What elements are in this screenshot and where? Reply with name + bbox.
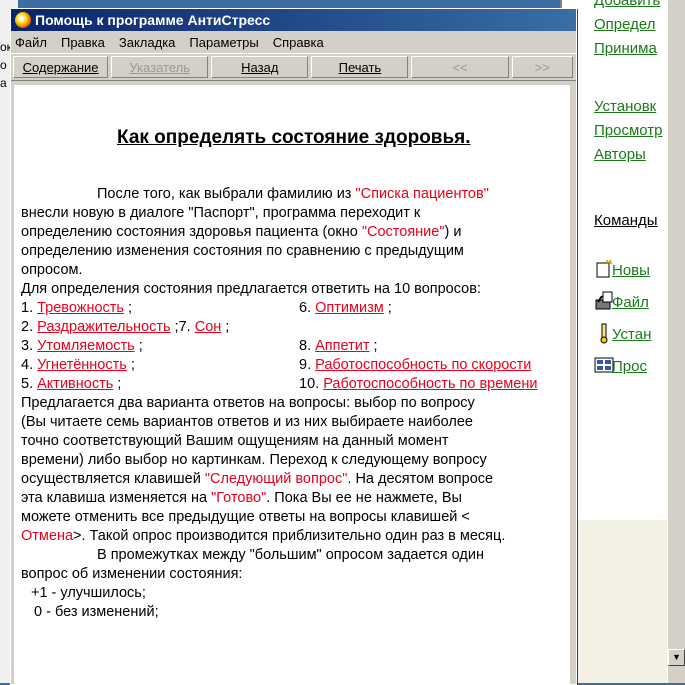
menu-help[interactable]: Справка (273, 35, 324, 50)
bg-link-add[interactable]: Добавить (594, 0, 660, 9)
question-item: 4. Угнетённость ; (21, 357, 135, 373)
question-item: 1. Тревожность ; (21, 300, 133, 316)
app-icon (15, 12, 31, 28)
text-line: Предлагается два варианта ответов на воп… (21, 395, 475, 411)
left-strip-text: о (0, 58, 7, 72)
bg-link-install[interactable]: Установк (594, 98, 656, 115)
menu-options[interactable]: Параметры (189, 35, 258, 50)
question-item: 9. Работоспособность по скорости (299, 357, 532, 373)
question-item: 5. Активность ; (21, 376, 122, 392)
page-title: Как определять состояние здоровья. (117, 127, 471, 148)
scroll-down-arrow-icon[interactable]: ▼ (668, 649, 685, 666)
question-item: 3. Утомляемость ; (21, 338, 143, 354)
text-line: (Вы читаете семь вариантов ответов и из … (21, 414, 473, 430)
bg-link-authors[interactable]: Авторы (594, 146, 646, 163)
question-item: 6. Оптимизм ; (299, 300, 392, 316)
window-title: Помощь к программе АнтиСтресс (35, 12, 271, 28)
question-item: 2. Раздражительность ;7. Сон ; (21, 319, 230, 335)
contents-button[interactable]: Содержание (13, 56, 109, 78)
link-work-speed[interactable]: Работоспособность по скорости (315, 357, 531, 373)
bg-link-define[interactable]: Определ (594, 16, 656, 33)
link-optimism[interactable]: Оптимизм (315, 300, 384, 316)
text-line: После того, как выбрали фамилию из "Спис… (97, 186, 489, 202)
bg-link-file[interactable]: Файл (612, 294, 649, 311)
background-window: Добавить Определ Принима Установк Просмо… (560, 0, 685, 683)
toolbar: Содержание Указатель Назад Печать << >> (11, 53, 576, 81)
help-content: Как определять состояние здоровья. После… (14, 85, 570, 684)
text-line: Отмена>. Такой опрос производится прибли… (21, 528, 506, 544)
menu-bookmark[interactable]: Закладка (119, 35, 176, 50)
bg-commands-heading: Команды (594, 212, 658, 229)
menu-file[interactable]: Файл (15, 35, 47, 50)
text-line: 0 - без изменений; (34, 604, 159, 620)
text-line: можете отменить все предыдущие ответы на… (21, 509, 470, 525)
text-line: В промежутках между "большим" опросом за… (97, 547, 484, 563)
bg-link-new[interactable]: Новы (612, 262, 650, 279)
link-anxiety[interactable]: Тревожность (37, 300, 124, 316)
text-line: определению изменения состояния по сравн… (21, 243, 464, 259)
next-topic-button[interactable]: >> (511, 56, 573, 78)
link-appetite[interactable]: Аппетит (315, 338, 369, 354)
prev-topic-button[interactable]: << (411, 56, 509, 78)
left-strip-text: а (0, 76, 7, 90)
bg-link-view2[interactable]: Прос (612, 358, 647, 375)
question-item: 8. Аппетит ; (299, 338, 378, 354)
link-activity[interactable]: Активность (37, 376, 113, 392)
bg-link-view[interactable]: Просмотр (594, 122, 663, 139)
index-button[interactable]: Указатель (111, 56, 209, 78)
text-line: +1 - улучшилось; (31, 585, 146, 601)
link-irritability[interactable]: Раздражительность (37, 319, 170, 335)
text-line: точно соответствующий Вашим ощущениям на… (21, 433, 449, 449)
text-line: опросом. (21, 262, 83, 278)
link-work-time[interactable]: Работоспособность по времени (323, 376, 537, 392)
print-button[interactable]: Печать (311, 56, 409, 78)
text-line: определению состояния здоровья пациента … (21, 224, 462, 240)
menu-edit[interactable]: Правка (61, 35, 105, 50)
text-line: времени) либо выбор но картинкам. Перехо… (21, 452, 487, 468)
question-item: 10. Работоспособность по времени (299, 376, 538, 392)
bg-link-accept[interactable]: Принима (594, 40, 657, 57)
text-line: эта клавиша изменяется на "Готово". Пока… (21, 490, 462, 506)
link-depression[interactable]: Угнетённость (37, 357, 127, 373)
text-line: осуществляется клавишей "Следующий вопро… (21, 471, 494, 487)
background-scrollbar[interactable]: ▼ (667, 0, 685, 683)
back-button[interactable]: Назад (211, 56, 309, 78)
text-line: внесли новую в диалоге "Паспорт", програ… (21, 205, 421, 221)
text-line: вопрос об изменении состояния: (21, 566, 243, 582)
help-window-titlebar[interactable]: Помощь к программе АнтиСтресс (11, 9, 576, 31)
link-sleep[interactable]: Сон (195, 319, 222, 335)
menu-bar: Файл Правка Закладка Параметры Справка (11, 31, 576, 53)
text-line: Для определения состояния предлагается о… (21, 281, 481, 297)
help-window: Помощь к программе АнтиСтресс Файл Правк… (10, 8, 577, 685)
link-fatigue[interactable]: Утомляемость (37, 338, 135, 354)
bg-link-install2[interactable]: Устан (612, 326, 651, 343)
